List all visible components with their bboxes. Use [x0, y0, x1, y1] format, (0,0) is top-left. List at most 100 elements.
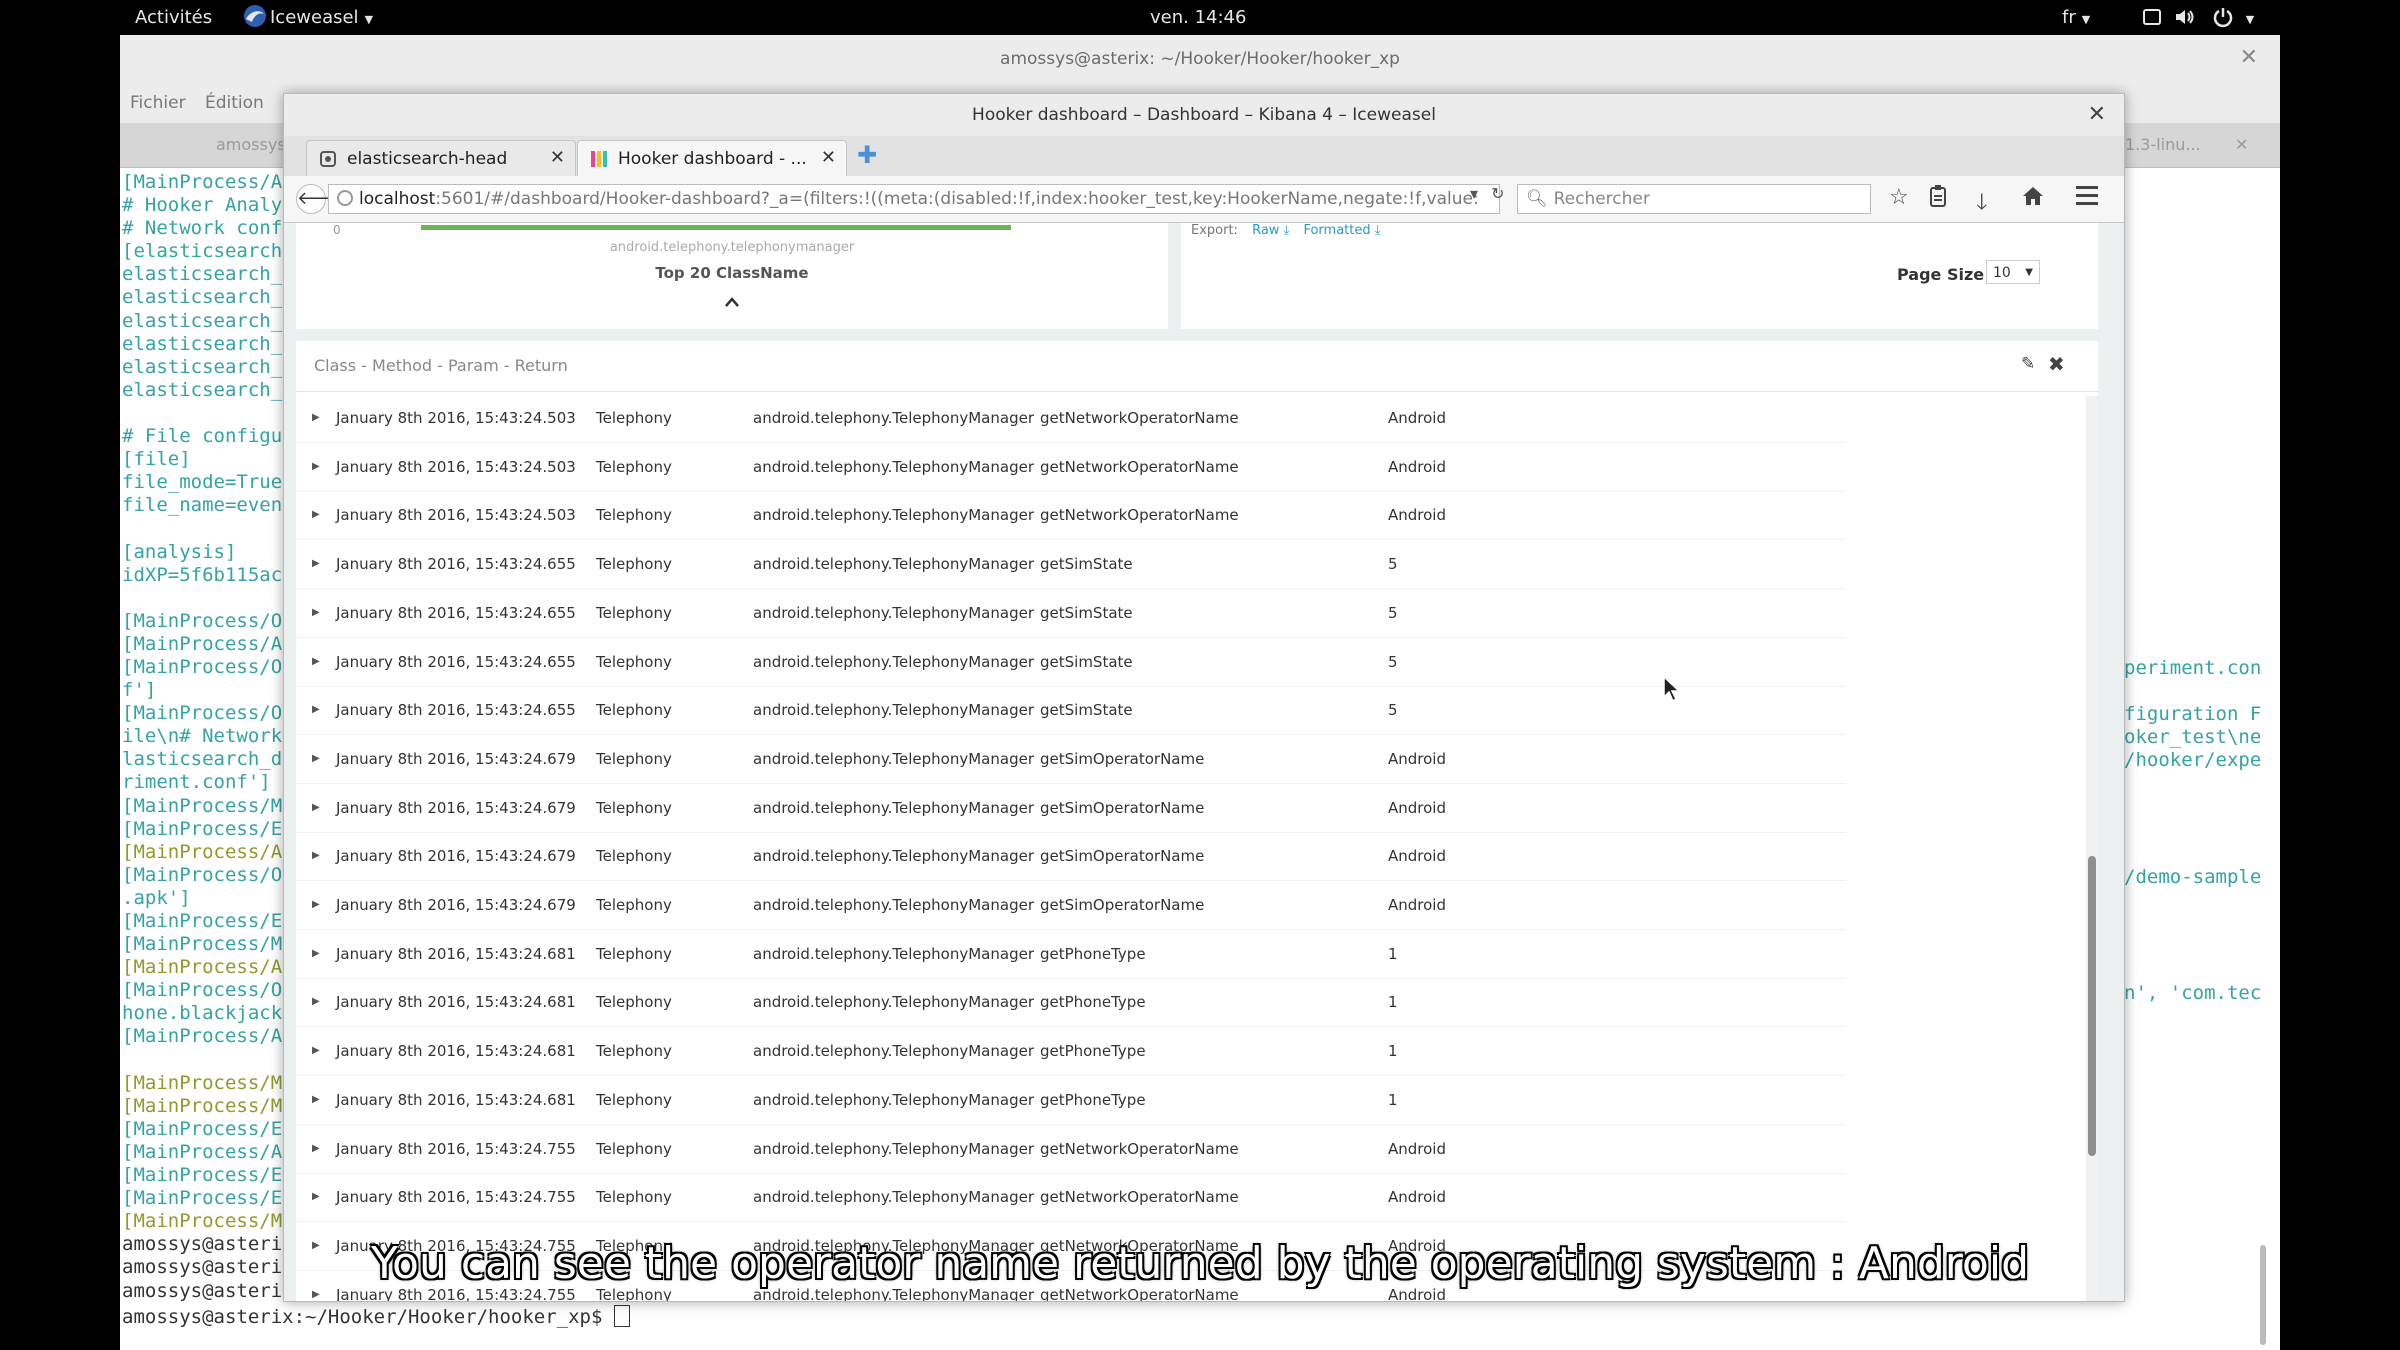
- expand-row-icon[interactable]: ▶: [312, 996, 320, 1007]
- expand-row-icon[interactable]: ▶: [312, 850, 320, 861]
- page-size-select[interactable]: 10 ▼: [1986, 260, 2040, 284]
- table-row[interactable]: ▶ January 8th 2016, 15:43:24.681 Telephony…: [296, 978, 1846, 1028]
- expand-row-icon[interactable]: ▶: [312, 509, 320, 520]
- bookmark-star-icon[interactable]: ☆: [1889, 185, 1909, 210]
- terminal-line: [MainProcess/M: [122, 1210, 283, 1233]
- close-icon[interactable]: ✕: [2235, 135, 2248, 154]
- table-row[interactable]: ▶ January 8th 2016, 15:43:24.679 Telephony…: [296, 735, 1846, 784]
- cell-return: Android: [1388, 1188, 1446, 1207]
- export-raw-link[interactable]: Raw ⤓: [1252, 223, 1289, 238]
- expand-row-icon[interactable]: ▶: [312, 899, 320, 910]
- tab-elasticsearch-head[interactable]: elasticsearch-head ✕: [306, 140, 576, 177]
- cell-return: Android: [1388, 409, 1446, 427]
- activities-button[interactable]: Activités: [135, 7, 212, 28]
- url-bar-controls: ▾ ↻: [1470, 184, 1505, 203]
- expand-row-icon[interactable]: ▶: [312, 1045, 320, 1056]
- expand-row-icon[interactable]: ▶: [312, 704, 320, 715]
- hamburger-menu-icon[interactable]: [2076, 186, 2098, 210]
- table-row[interactable]: ▶ January 8th 2016, 15:43:24.503 Telephony…: [296, 394, 1846, 443]
- table-row[interactable]: ▶ January 8th 2016, 15:43:24.655 Telephony…: [296, 540, 1846, 590]
- cell-return: Android: [1388, 749, 1446, 768]
- export-formatted-link[interactable]: Formatted ⤓: [1303, 223, 1380, 238]
- table-row[interactable]: ▶ January 8th 2016, 15:43:24.655 Telephony…: [296, 638, 1846, 687]
- new-tab-button[interactable]: ✚: [857, 141, 877, 169]
- expand-row-icon[interactable]: ▶: [312, 412, 320, 423]
- table-row[interactable]: ▶ January 8th 2016, 15:43:24.755 Telephony…: [296, 1125, 1846, 1174]
- terminal-line: ile\n# Network: [122, 725, 283, 748]
- close-icon[interactable]: ✕: [550, 147, 565, 168]
- reload-icon[interactable]: ↻: [1491, 184, 1504, 203]
- terminal-tab-1[interactable]: amossys: [216, 135, 286, 154]
- results-scrollbar[interactable]: [2086, 396, 2098, 1301]
- download-icon[interactable]: 🡓: [1976, 185, 1987, 223]
- expand-row-icon[interactable]: ▶: [312, 948, 320, 959]
- menu-edition[interactable]: Édition: [205, 93, 264, 113]
- expand-row-icon[interactable]: ▶: [312, 1094, 320, 1105]
- home-icon[interactable]: [2021, 184, 2045, 214]
- search-input[interactable]: 🔍︎ Rechercher: [1517, 184, 1871, 214]
- cell-return: 1: [1388, 944, 1398, 963]
- browser-close-button[interactable]: ✕: [2088, 102, 2106, 127]
- tab-hooker-dashboard[interactable]: Hooker dashboard - ... ✕: [577, 140, 847, 177]
- table-row[interactable]: ▶ January 8th 2016, 15:43:24.655 Telephony…: [296, 686, 1846, 736]
- cell-class: android.telephony.TelephonyManager: [753, 409, 1034, 427]
- expand-row-icon[interactable]: ▶: [312, 558, 320, 569]
- table-row[interactable]: ▶ January 8th 2016, 15:43:24.681 Telephony…: [296, 1027, 1846, 1077]
- expand-row-icon[interactable]: ▶: [312, 1289, 320, 1300]
- close-icon[interactable]: ✕: [821, 147, 836, 168]
- screen-icon[interactable]: [2142, 7, 2162, 32]
- cell-method: getSimOperatorName: [1040, 798, 1205, 817]
- table-row[interactable]: ▶ January 8th 2016, 15:43:24.679 Telephony…: [296, 881, 1846, 930]
- classname-bar[interactable]: [421, 225, 1011, 230]
- browser-titlebar[interactable]: Hooker dashboard – Dashboard – Kibana 4 …: [284, 94, 2124, 136]
- terminal-fragment: /hooker/expe: [2124, 749, 2262, 771]
- axis-zero-label: 0: [333, 223, 341, 237]
- table-row[interactable]: ▶ January 8th 2016, 15:43:24.655 Telephony…: [296, 589, 1846, 638]
- url-history-chevron-icon[interactable]: ▾: [1470, 184, 1478, 203]
- expand-row-icon[interactable]: ▶: [312, 1143, 320, 1154]
- table-row[interactable]: ▶ January 8th 2016, 15:43:24.755 Telephony…: [296, 1173, 1846, 1223]
- table-row[interactable]: ▶ January 8th 2016, 15:43:24.679 Telephony…: [296, 784, 1846, 833]
- terminal-titlebar[interactable]: amossys@asterix: ~/Hooker/Hooker/hooker_…: [120, 35, 2280, 84]
- cell-timestamp: January 8th 2016, 15:43:24.679: [336, 847, 576, 866]
- expand-row-icon[interactable]: ▶: [312, 1191, 320, 1202]
- expand-row-icon[interactable]: ▶: [312, 656, 320, 667]
- menu-fichier[interactable]: Fichier: [130, 93, 186, 113]
- expand-row-icon[interactable]: ▶: [312, 607, 320, 618]
- cell-method: getPhoneType: [1040, 993, 1146, 1012]
- back-arrow-icon[interactable]: 🡐: [296, 184, 345, 214]
- expand-row-icon[interactable]: ▶: [312, 753, 320, 764]
- scrollbar-thumb[interactable]: [2088, 856, 2096, 1156]
- kibana-icon: [590, 150, 608, 168]
- expand-row-icon[interactable]: ▶: [312, 802, 320, 813]
- text-cursor: [613, 1305, 630, 1327]
- cell-return: 5: [1388, 701, 1398, 720]
- pencil-icon[interactable]: ✎: [2021, 354, 2035, 374]
- url-bar[interactable]: localhost:5601/#/dashboard/Hooker-dashbo…: [328, 184, 1500, 214]
- input-language-button[interactable]: fr ▼: [2062, 7, 2090, 28]
- clipboard-icon[interactable]: [1929, 184, 1947, 214]
- cell-class: android.telephony.TelephonyManager: [753, 1090, 1034, 1109]
- tab-label: elasticsearch-head: [347, 149, 508, 169]
- terminal-prompt[interactable]: amossys@asterix:~/Hooker/Hooker/hooker_x…: [122, 1305, 630, 1328]
- close-icon[interactable]: ✖: [2048, 352, 2065, 376]
- app-menu-button[interactable]: Iceweasel ▼: [270, 7, 373, 28]
- table-row[interactable]: ▶ January 8th 2016, 15:43:24.679 Telephony…: [296, 832, 1846, 882]
- table-row[interactable]: ▶ January 8th 2016, 15:43:24.503 Telephony…: [296, 443, 1846, 492]
- table-row[interactable]: ▶ January 8th 2016, 15:43:24.681 Telephony…: [296, 1076, 1846, 1125]
- cell-category: Telephony: [596, 944, 672, 963]
- cell-method: getSimOperatorName: [1040, 847, 1205, 866]
- cell-return: Android: [1388, 798, 1446, 817]
- table-row[interactable]: ▶ January 8th 2016, 15:43:24.681 Telephony…: [296, 930, 1846, 979]
- volume-icon[interactable]: [2174, 7, 2196, 32]
- power-menu-button[interactable]: ▼: [2212, 6, 2254, 33]
- collapse-caret-icon[interactable]: [724, 293, 740, 312]
- terminal-close-button[interactable]: ✕: [2240, 45, 2258, 70]
- table-row[interactable]: ▶ January 8th 2016, 15:43:24.503 Telephony…: [296, 491, 1846, 541]
- terminal-fragment: periment.con: [2124, 657, 2262, 679]
- cell-category: Telephony: [596, 896, 672, 914]
- cell-category: Telephony: [596, 993, 672, 1012]
- clock[interactable]: ven. 14:46: [1150, 7, 1246, 28]
- expand-row-icon[interactable]: ▶: [312, 461, 320, 472]
